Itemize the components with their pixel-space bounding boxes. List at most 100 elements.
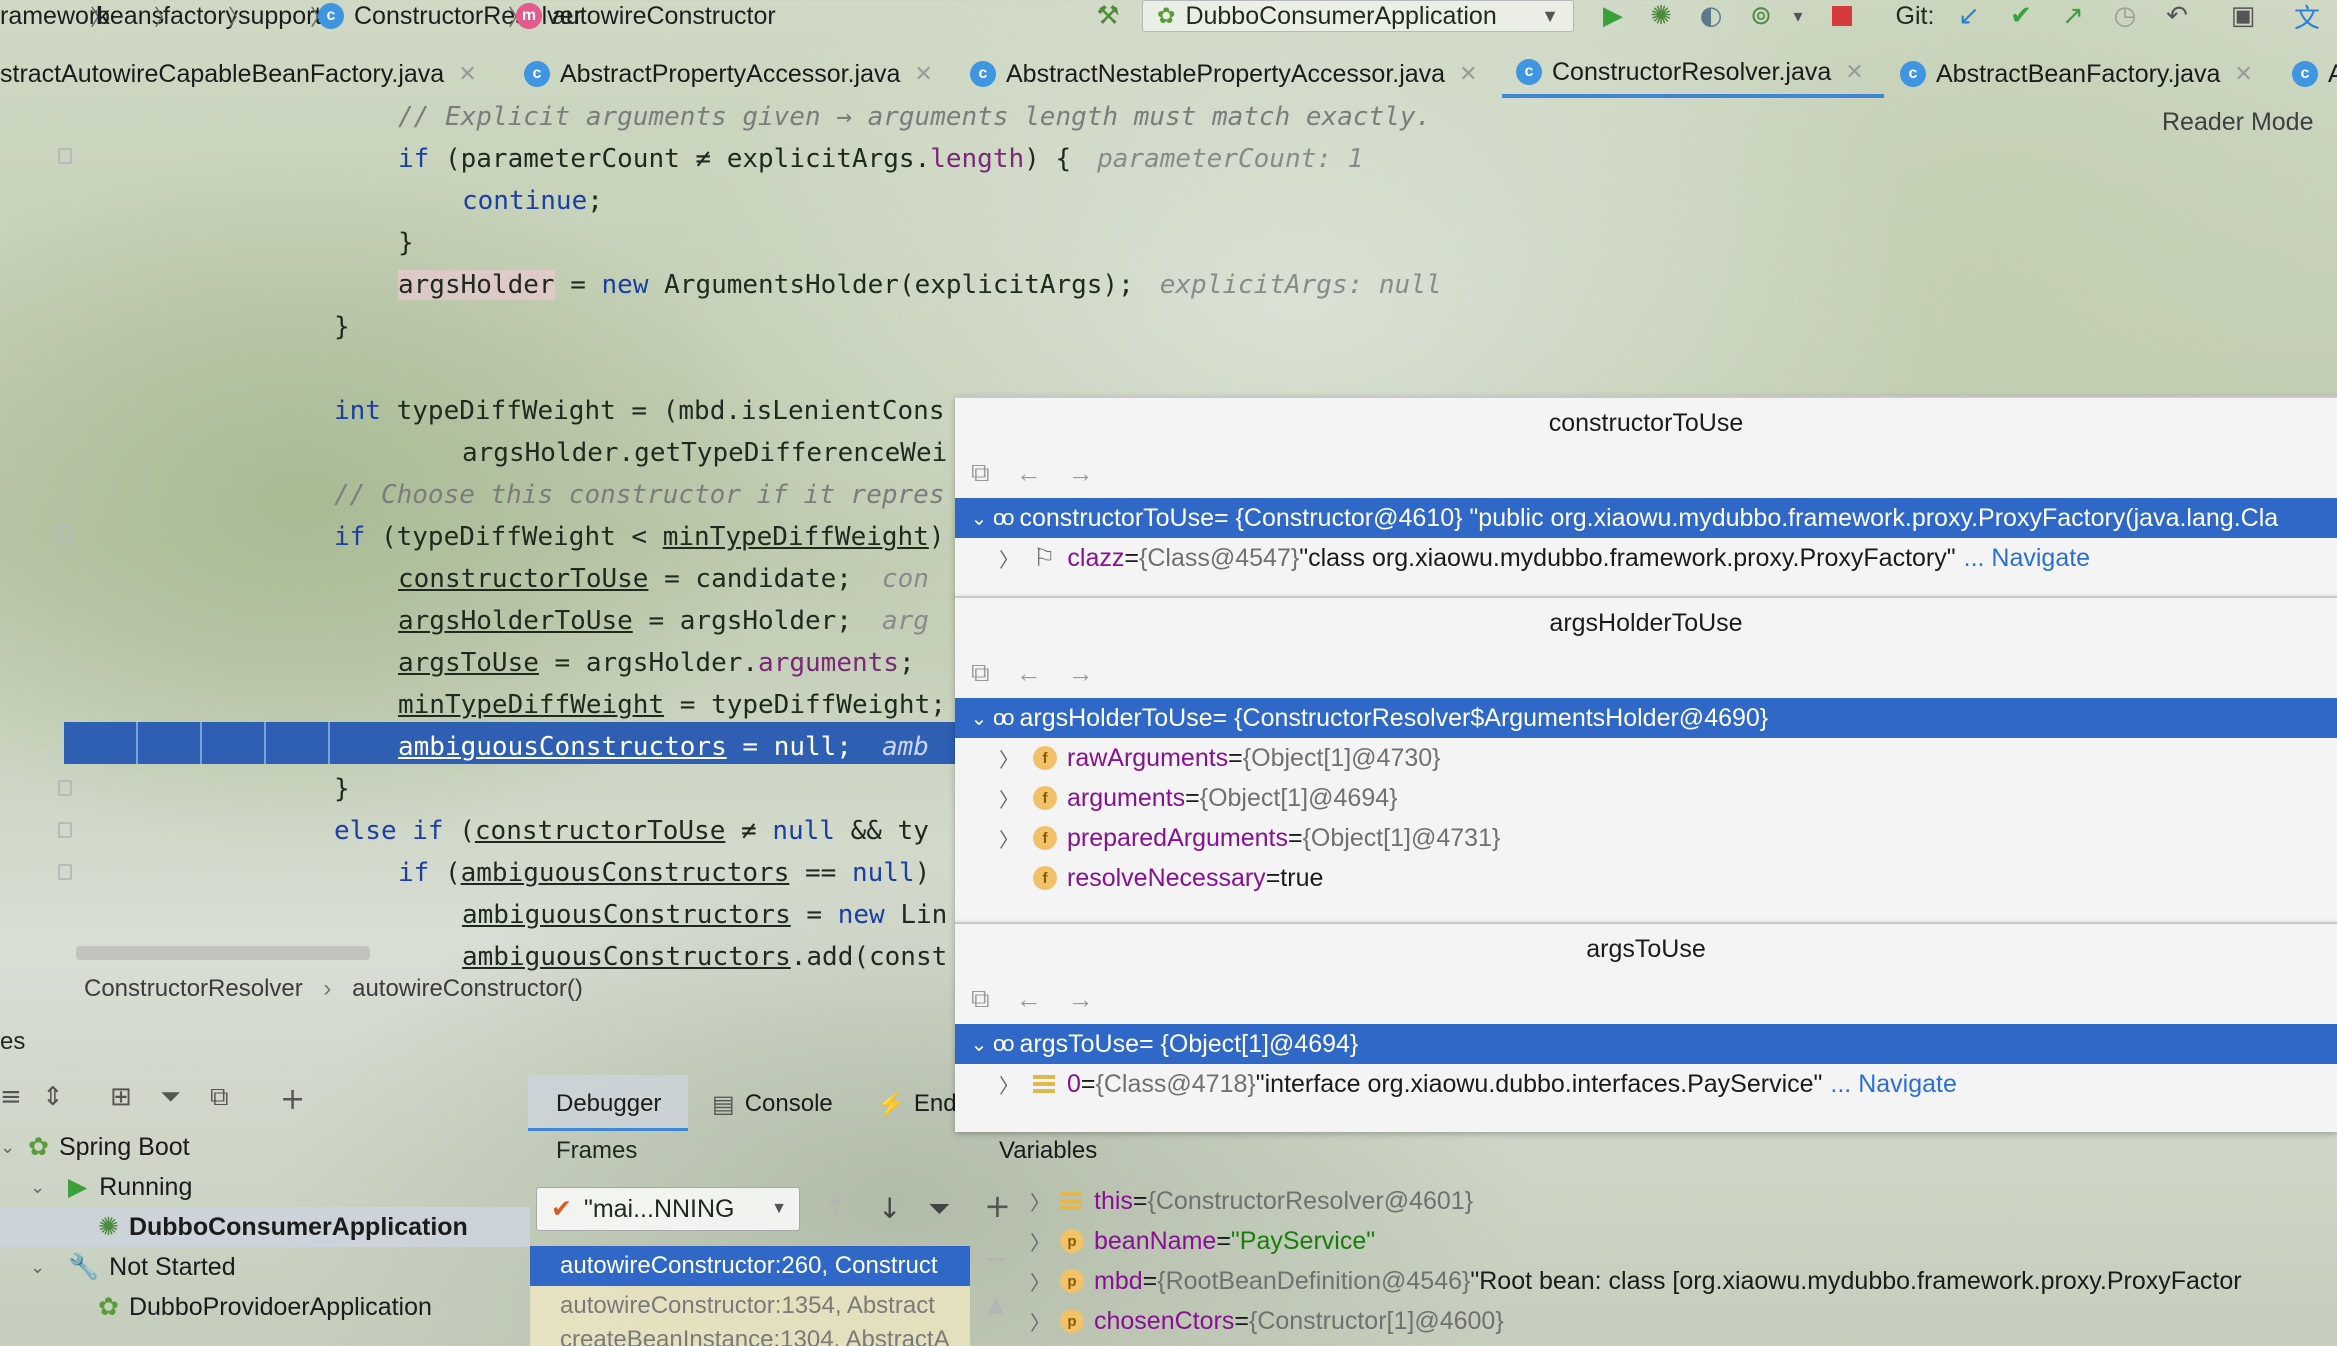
filter-icon[interactable]: ⏷ (160, 1082, 190, 1114)
navigate-link[interactable]: ... Navigate (1964, 544, 2090, 573)
variable-text: argsHolder (398, 270, 555, 300)
popup-row-selected[interactable]: ⌄ oo argsHolderToUse = {ConstructorResol… (955, 698, 2337, 738)
history-icon[interactable]: ◷ (2108, 0, 2142, 32)
tab-constructor-resolver[interactable]: c ConstructorResolver.java ✕ (1502, 50, 1884, 98)
tab-abstract-property-accessor[interactable]: c AbstractPropertyAccessor.java ✕ (524, 50, 933, 98)
arrow-down-icon[interactable]: ↓ (878, 1192, 901, 1225)
variable-row[interactable]: 〉 p chosenCtors = {Constructor[1]@4600} (1030, 1301, 1504, 1341)
popup-row[interactable]: 〉 f rawArguments = {Object[1]@4730} (955, 738, 2337, 778)
expand-all-icon[interactable]: ≡ (0, 1082, 24, 1114)
inline-value-hint: parameterCount: 1 (1097, 144, 1364, 174)
popup-row-selected[interactable]: ⌄ oo argsToUse = {Object[1]@4694} (955, 1024, 2337, 1064)
flag-icon: ⚐ (1033, 544, 1056, 572)
hammer-build-icon[interactable]: ⚒ (1090, 0, 1126, 32)
git-push-icon[interactable]: ↗ (2056, 0, 2090, 32)
popup-row[interactable]: 〉 0 = {Class@4718} "interface org.xiaowu… (955, 1064, 2337, 1104)
profiler-icon[interactable]: ⊚ (1744, 0, 1778, 32)
run-icon: ▶ (68, 1173, 88, 1201)
tab-endpoints[interactable]: ⚡ End (876, 1080, 957, 1128)
arrow-up-icon[interactable]: ↑ (824, 1192, 847, 1225)
popup-row[interactable]: 〉 f arguments = {Object[1]@4694} (955, 778, 2337, 818)
tab-overflow[interactable]: cA (2292, 50, 2337, 98)
fold-marker-icon[interactable] (58, 864, 72, 880)
remove-watch-icon[interactable]: − (984, 1242, 1007, 1275)
breadcrumb-class[interactable]: ConstructorResolver (84, 975, 303, 1002)
translate-icon[interactable]: 文 (2290, 0, 2324, 34)
frame-row[interactable]: createBeanInstance:1304, AbstractA (530, 1326, 970, 1346)
navigate-link[interactable]: ... Navigate (1830, 1070, 1956, 1099)
fold-marker-icon[interactable] (58, 822, 72, 838)
breadcrumb-autowire-constructor[interactable]: m autowireConstructor (516, 2, 776, 31)
code-line: } (398, 228, 414, 258)
add-watch-icon[interactable]: + (984, 1187, 1011, 1225)
frame-row[interactable]: autowireConstructor:260, Construct (530, 1246, 970, 1286)
variable-text: ambiguousConstructors (398, 732, 727, 762)
service-group-running[interactable]: ⌄ ▶ Running (30, 1167, 192, 1207)
variable-row[interactable]: 〉 p beanName = "PayService" (1030, 1221, 1375, 1261)
run-icon[interactable]: ▶ (1596, 0, 1630, 32)
arrow-left-icon[interactable]: ← (1016, 984, 1042, 1015)
frame-row[interactable]: autowireConstructor:1354, Abstract (530, 1286, 970, 1326)
keyword: new (601, 270, 649, 300)
service-dubbo-consumer[interactable]: ✺ DubboConsumerApplication (0, 1207, 530, 1247)
popup-row-selected[interactable]: ⌄ oo constructorToUse = {Constructor@461… (955, 498, 2337, 538)
variable-row[interactable]: 〉 this = {ConstructorResolver@4601} (1030, 1181, 1473, 1221)
field-icon: f (1033, 786, 1057, 810)
tab-abstract-nestable-property-accessor[interactable]: c AbstractNestablePropertyAccessor.java ✕ (970, 50, 1478, 98)
reader-mode-button[interactable]: Reader Mode (2162, 108, 2313, 137)
popup-row[interactable]: f resolveNecessary = true (955, 858, 2337, 898)
arrow-right-icon[interactable]: → (1068, 458, 1094, 489)
service-spring-boot[interactable]: ⌄ ✿ Spring Boot (0, 1127, 190, 1167)
pin-icon[interactable]: ⧉ (971, 457, 990, 489)
arrow-right-icon[interactable]: → (1068, 658, 1094, 689)
thread-select[interactable]: ✔ "mai...NNING ▼ (536, 1187, 800, 1231)
service-dubbo-provider[interactable]: ✿ DubboProvidoerApplication (98, 1287, 432, 1327)
breadcrumb-support[interactable]: support (238, 2, 321, 31)
pin-icon[interactable]: ⧉ (971, 657, 990, 689)
tab-abstract-bean-factory[interactable]: c AbstractBeanFactory.java ✕ (1900, 50, 2253, 98)
arrow-left-icon[interactable]: ← (1016, 658, 1042, 689)
close-icon[interactable]: ✕ (458, 61, 476, 87)
service-group-not-started[interactable]: ⌄ 🔧 Not Started (30, 1247, 236, 1287)
stop-icon[interactable] (1826, 0, 1858, 32)
arrow-left-icon[interactable]: ← (1016, 458, 1042, 489)
tab-abstract-autowire-capable-bean-factory[interactable]: stractAutowireCapableBeanFactory.java ✕ (0, 50, 477, 98)
git-commit-icon[interactable]: ✔ (2004, 0, 2038, 32)
git-update-icon[interactable]: ↙ (1952, 0, 1986, 32)
close-icon[interactable]: ✕ (914, 61, 932, 87)
coverage-icon[interactable]: ◐ (1694, 0, 1728, 32)
breadcrumb-factory[interactable]: factory (163, 2, 238, 31)
breadcrumb-method[interactable]: autowireConstructor() (352, 975, 583, 1002)
parameter-icon: p (1060, 1269, 1084, 1293)
inline-value-hint: con (881, 564, 929, 594)
tab-console[interactable]: ▤ Console (712, 1080, 833, 1128)
tab-debugger[interactable]: Debugger (556, 1080, 661, 1128)
horizontal-scrollbar[interactable] (76, 946, 370, 960)
pin-icon[interactable]: ⧉ (971, 983, 990, 1015)
project-structure-icon[interactable]: ▣ (2226, 0, 2260, 32)
code-editor[interactable]: // Explicit arguments given → arguments … (0, 96, 1442, 972)
run-configuration-select[interactable]: ✿ DubboConsumerApplication ▼ (1142, 0, 1574, 32)
add-service-icon[interactable]: + (280, 1082, 310, 1117)
run-config-label: DubboConsumerApplication (1185, 1, 1497, 30)
debug-bug-icon[interactable]: ✺ (1644, 0, 1678, 32)
popup-row[interactable]: 〉 ⚐ clazz = {Class@4547} "class org.xiao… (955, 538, 2337, 578)
fold-marker-icon[interactable] (58, 780, 72, 796)
variable-text: minTypeDiffWeight (398, 690, 665, 720)
close-icon[interactable]: ✕ (1845, 59, 1863, 85)
popup-row[interactable]: 〉 f preparedArguments = {Object[1]@4731} (955, 818, 2337, 858)
group-by-icon[interactable]: ⊞ (110, 1082, 140, 1114)
fold-marker-icon[interactable] (58, 148, 72, 164)
collapse-all-icon[interactable]: ⇕ (42, 1082, 72, 1114)
move-up-icon[interactable]: ▲ (988, 1292, 1003, 1316)
arrow-right-icon[interactable]: → (1068, 984, 1094, 1015)
rollback-icon[interactable]: ↶ (2160, 0, 2194, 32)
close-icon[interactable]: ✕ (1459, 61, 1477, 87)
code-text: = (790, 900, 838, 930)
fold-marker-icon[interactable] (58, 526, 72, 542)
filter-icon[interactable]: ⏷ (928, 1192, 950, 1226)
close-icon[interactable]: ✕ (2234, 61, 2252, 87)
variable-row[interactable]: 〉 p mbd = {RootBeanDefinition@4546} "Root … (1030, 1261, 2242, 1301)
new-tab-icon[interactable]: ⧉ (210, 1082, 240, 1114)
more-run-chevron-icon[interactable]: ▾ (1786, 0, 1810, 32)
